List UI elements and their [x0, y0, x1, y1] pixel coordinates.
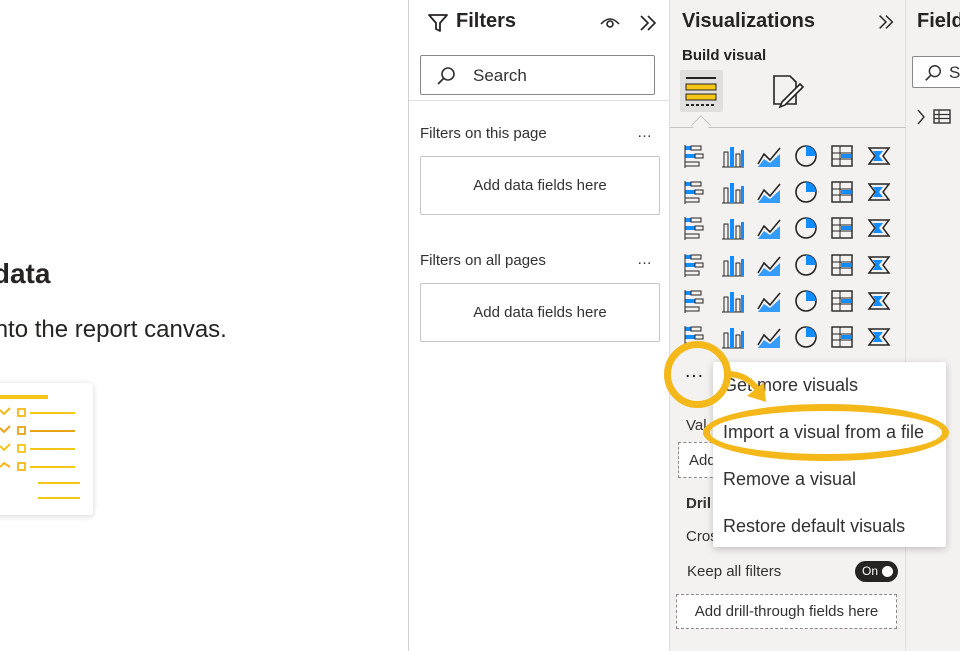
scatter-chart-icon[interactable] — [755, 214, 783, 242]
format-visual-icon — [773, 75, 805, 109]
search-icon — [925, 65, 941, 81]
chevron-visual-icon[interactable] — [865, 323, 893, 351]
kpi-icon[interactable] — [865, 251, 893, 279]
smart-narrative-icon[interactable] — [755, 323, 783, 351]
filters-title: Filters — [456, 10, 517, 32]
values-drop-label: Add — [689, 452, 716, 469]
filters-all-pages-drop-label: Add data fields here — [473, 304, 607, 321]
clustered-bar-chart-icon[interactable] — [755, 142, 783, 170]
toggle-state-label: On — [862, 564, 879, 578]
line-stacked-column-icon[interactable] — [792, 178, 820, 206]
canvas-illustration — [0, 383, 93, 515]
multi-row-card-icon[interactable] — [828, 251, 856, 279]
highlight-oval-import-visual — [703, 404, 949, 461]
100-stacked-column-chart-icon[interactable] — [865, 142, 893, 170]
toggle-knob — [882, 566, 893, 577]
keep-all-filters-toggle[interactable]: On — [855, 561, 898, 582]
values-dropzone[interactable]: Add — [678, 442, 718, 478]
stacked-area-chart-icon[interactable] — [755, 178, 783, 206]
keep-all-filters-label: Keep all filters — [687, 563, 782, 580]
map-icon[interactable] — [682, 251, 710, 279]
100-stacked-bar-chart-icon[interactable] — [828, 142, 856, 170]
checklist-illustration-icon — [0, 395, 80, 499]
collapse-visualizations-icon[interactable] — [876, 12, 896, 32]
filters-on-page-more-button[interactable]: … — [637, 124, 653, 141]
trophy-goals-icon[interactable] — [719, 323, 747, 351]
canvas-empty-title: our data — [0, 258, 51, 289]
visualizations-title: Visualizations — [682, 10, 816, 32]
filter-funnel-icon — [428, 14, 448, 32]
fields-search-placeholder: S — [949, 63, 960, 82]
filters-pane: Filters Search Filters on this page … Ad… — [409, 0, 670, 651]
table-expand-icon — [917, 109, 951, 125]
filters-search-input[interactable]: Search — [420, 55, 655, 95]
fields-title: Field — [917, 10, 960, 32]
format-visual-tab[interactable] — [768, 72, 806, 110]
eye-icon[interactable] — [599, 14, 621, 30]
waterfall-chart-icon[interactable] — [682, 214, 710, 242]
menu-restore-default-visuals[interactable]: Restore default visuals — [723, 516, 905, 537]
clustered-column-chart-icon[interactable] — [792, 142, 820, 170]
filters-on-page-dropzone[interactable]: Add data fields here — [420, 156, 660, 215]
matrix-icon[interactable] — [755, 287, 783, 315]
build-visual-icon — [685, 77, 717, 106]
filters-on-page-drop-label: Add data fields here — [473, 177, 607, 194]
key-influencers-icon[interactable] — [828, 287, 856, 315]
collapse-filters-icon[interactable] — [637, 12, 659, 34]
build-tab-indicator — [691, 115, 711, 135]
gauge-icon[interactable] — [755, 251, 783, 279]
search-icon — [437, 67, 455, 85]
stacked-column-chart-icon[interactable] — [719, 142, 747, 170]
card-icon[interactable] — [792, 251, 820, 279]
visualizations-pane: Visualizations Build visual … Val Add Dr… — [670, 0, 906, 651]
filters-header: Filters — [423, 8, 663, 36]
drill-through-dropzone[interactable]: Add drill-through fields here — [676, 594, 897, 629]
slicer-icon[interactable] — [682, 287, 710, 315]
drill-through-heading: Dril — [686, 495, 712, 512]
build-visual-label: Build visual — [682, 47, 767, 64]
stacked-bar-chart-icon[interactable] — [682, 142, 710, 170]
fields-tree-item[interactable] — [916, 108, 956, 131]
canvas-empty-subtitle: ne onto the report canvas. — [0, 316, 227, 343]
power-apps-icon[interactable] — [792, 323, 820, 351]
filled-map-icon[interactable] — [719, 251, 747, 279]
ribbon-chart-icon[interactable] — [865, 178, 893, 206]
area-chart-icon[interactable] — [719, 178, 747, 206]
menu-remove-visual[interactable]: Remove a visual — [723, 469, 856, 490]
filters-all-pages-label: Filters on all pages — [420, 252, 546, 269]
pie-chart-icon[interactable] — [792, 214, 820, 242]
filters-on-page-label: Filters on this page — [420, 125, 547, 142]
fields-pane: Field S — [906, 0, 960, 651]
power-automate-icon[interactable] — [828, 323, 856, 351]
decomposition-tree-icon[interactable] — [792, 287, 820, 315]
qa-icon[interactable] — [865, 287, 893, 315]
fields-search-input[interactable]: S — [912, 56, 960, 88]
drill-through-drop-label: Add drill-through fields here — [694, 603, 879, 620]
filters-all-pages-dropzone[interactable]: Add data fields here — [420, 283, 660, 342]
table-icon[interactable] — [719, 287, 747, 315]
treemap-icon[interactable] — [865, 214, 893, 242]
funnel-chart-icon[interactable] — [719, 214, 747, 242]
line-clustered-column-icon[interactable] — [828, 178, 856, 206]
donut-chart-icon[interactable] — [828, 214, 856, 242]
report-canvas[interactable]: our data ne onto the report canvas. — [0, 0, 409, 651]
filters-search-placeholder: Search — [473, 66, 527, 85]
filters-all-pages-more-button[interactable]: … — [637, 251, 653, 268]
line-chart-icon[interactable] — [682, 178, 710, 206]
filters-separator — [409, 100, 670, 101]
build-visual-tab[interactable] — [680, 70, 723, 112]
